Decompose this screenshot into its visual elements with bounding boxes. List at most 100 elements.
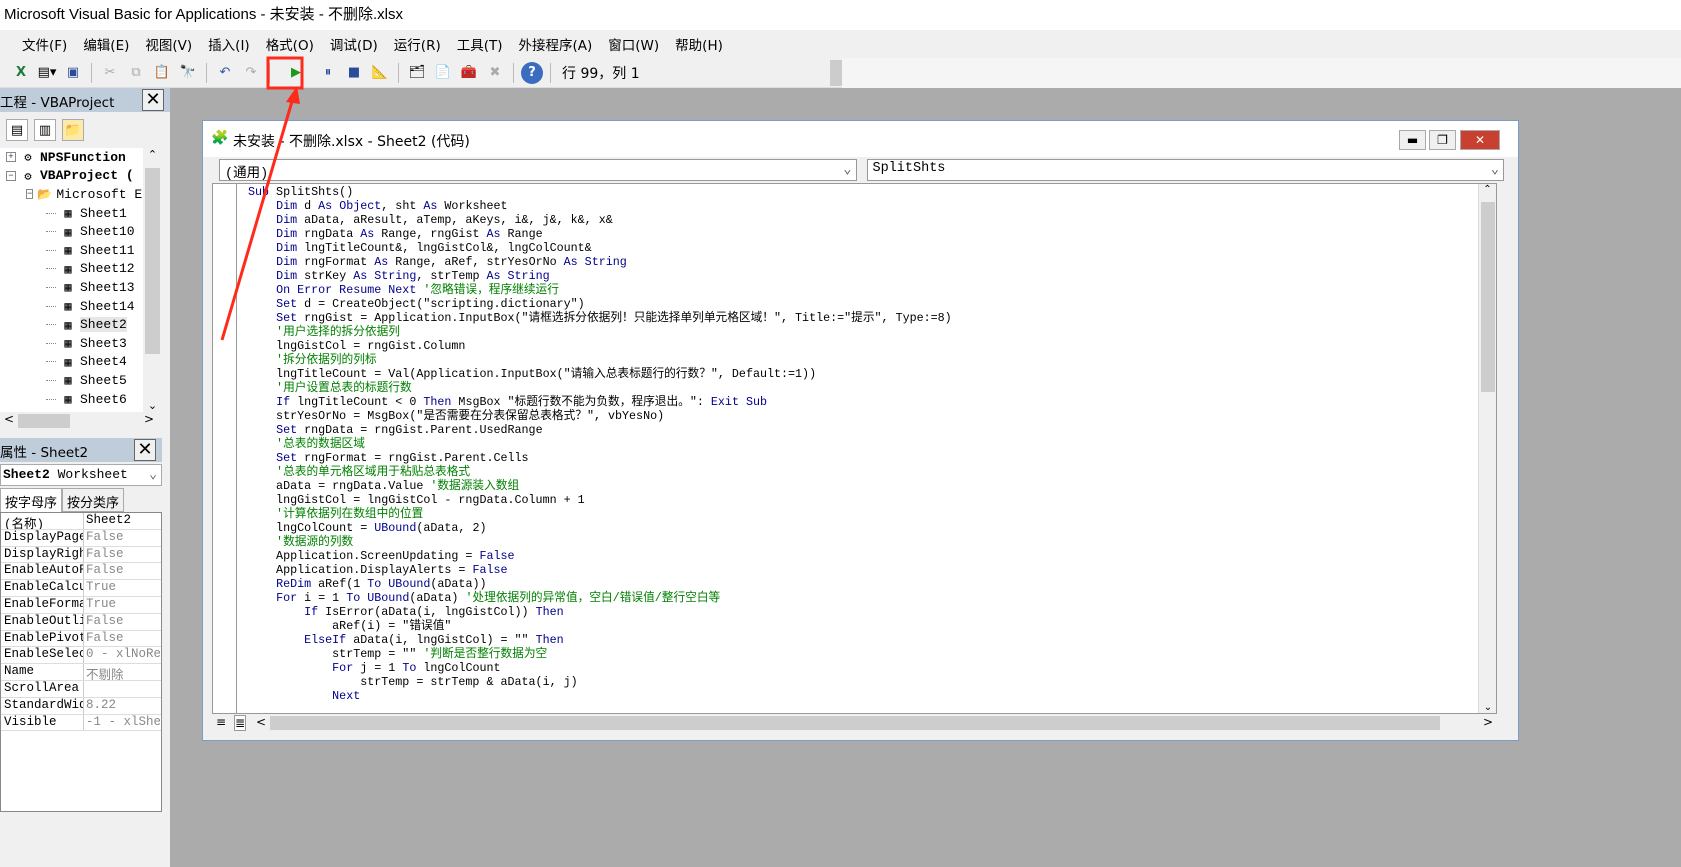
- property-value[interactable]: False: [84, 631, 160, 647]
- menu-item[interactable]: 调试(D): [322, 34, 386, 54]
- menu-item[interactable]: 格式(O): [258, 34, 322, 54]
- scroll-left-icon[interactable]: <: [256, 715, 266, 729]
- code-lines[interactable]: Sub SplitShts() Dim d As Object, sht As …: [248, 185, 952, 703]
- tree-node[interactable]: − ⚙ VBAProject (: [0, 167, 162, 186]
- tree-node[interactable]: ▦ Sheet5: [0, 371, 162, 390]
- property-value[interactable]: False: [84, 563, 160, 579]
- toolbox-icon[interactable]: ✖: [484, 62, 506, 84]
- tab-categorized[interactable]: 按分类序: [62, 488, 125, 512]
- close-button[interactable]: ✕: [1460, 130, 1500, 150]
- code-text: , strTemp: [416, 269, 487, 283]
- property-value[interactable]: 0 - xlNoRestrictions: [84, 647, 160, 663]
- property-value[interactable]: False: [84, 614, 160, 630]
- tree-node[interactable]: − 📂 Microsoft Excel: [0, 185, 162, 204]
- property-value[interactable]: -1 - xlSheetVisible: [84, 715, 160, 731]
- tree-node[interactable]: ▦ Sheet10: [0, 222, 162, 241]
- property-row[interactable]: EnableOutliningFalse: [1, 613, 161, 631]
- property-row[interactable]: DisplayPageBreaksFalse: [1, 529, 161, 547]
- undo-icon[interactable]: ↶: [214, 62, 236, 84]
- restore-button[interactable]: ❐: [1429, 130, 1456, 150]
- view-code-icon[interactable]: ▤: [6, 119, 28, 141]
- redo-icon[interactable]: ↷: [240, 62, 262, 84]
- code-margin[interactable]: [213, 184, 237, 713]
- run-icon[interactable]: ▶: [285, 62, 307, 84]
- object-combo[interactable]: (通用) ⌄: [219, 159, 857, 182]
- separator: [513, 62, 514, 83]
- property-row[interactable]: EnableAutoFilterFalse: [1, 563, 161, 581]
- cut-icon[interactable]: ✂: [99, 62, 121, 84]
- full-module-view-icon[interactable]: ≣: [234, 715, 247, 731]
- tree-node[interactable]: ▦ Sheet2: [0, 315, 162, 334]
- property-value[interactable]: Sheet2: [84, 513, 160, 529]
- object-browser-icon[interactable]: 🧰: [458, 62, 480, 84]
- code-editor[interactable]: Sub SplitShts() Dim d As Object, sht As …: [212, 183, 1497, 714]
- save-icon[interactable]: ▣: [62, 62, 84, 84]
- property-row[interactable]: DisplayRightToLeftFalse: [1, 546, 161, 564]
- property-value[interactable]: [84, 681, 160, 697]
- menu-item[interactable]: 文件(F): [14, 34, 75, 54]
- property-value[interactable]: False: [84, 530, 160, 546]
- excel-icon[interactable]: X: [10, 62, 32, 84]
- tree-node[interactable]: ▦ Sheet12: [0, 260, 162, 279]
- view-object-icon[interactable]: ▥: [34, 119, 56, 141]
- object-selector[interactable]: Sheet2 Worksheet ⌄: [0, 464, 162, 486]
- insert-userform-icon[interactable]: ▤▾: [36, 62, 58, 84]
- property-row[interactable]: ScrollArea: [1, 680, 161, 698]
- property-row[interactable]: EnablePivotTableFalse: [1, 630, 161, 648]
- scroll-right-icon[interactable]: >: [1483, 715, 1493, 729]
- project-explorer-icon[interactable]: 🗂: [406, 62, 428, 84]
- property-row[interactable]: Name 不剔除: [1, 664, 161, 681]
- expand-toggle-icon[interactable]: −: [26, 189, 34, 200]
- menu-item[interactable]: 插入(I): [200, 34, 258, 54]
- tree-vertical-scrollbar[interactable]: ⌃ ⌄: [143, 148, 162, 412]
- reset-icon[interactable]: ■: [343, 62, 365, 84]
- procedure-view-icon[interactable]: ≡: [216, 715, 226, 729]
- paste-icon[interactable]: 📋: [151, 62, 173, 84]
- property-value[interactable]: 8.22: [84, 698, 160, 714]
- property-value[interactable]: True: [84, 580, 160, 596]
- menu-item[interactable]: 视图(V): [137, 34, 200, 54]
- tree-line: [46, 361, 56, 363]
- tree-node[interactable]: ▦ Sheet14: [0, 297, 162, 316]
- property-row[interactable]: EnableSelection0 - xlNoRestrictions: [1, 647, 161, 665]
- procedure-combo[interactable]: SplitShts ⌄: [866, 159, 1504, 181]
- find-icon[interactable]: 🔭: [177, 62, 199, 84]
- property-row[interactable]: EnableCalculationTrue: [1, 580, 161, 597]
- tree-node[interactable]: ▦ Sheet6: [0, 390, 162, 409]
- menu-item[interactable]: 外接程序(A): [511, 34, 601, 54]
- tree-node[interactable]: ▦ Sheet11: [0, 241, 162, 260]
- property-value[interactable]: False: [84, 547, 160, 563]
- tab-alphabetic[interactable]: 按字母序: [0, 488, 63, 512]
- property-row[interactable]: (名称) Sheet2: [1, 513, 161, 530]
- menu-item[interactable]: 工具(T): [449, 34, 511, 54]
- close-properties-panel-button[interactable]: ✕: [134, 439, 156, 461]
- tree-node[interactable]: ▦ Sheet13: [0, 278, 162, 297]
- tree-node[interactable]: ▦ Sheet1: [0, 204, 162, 223]
- tree-horizontal-scrollbar[interactable]: < >: [0, 412, 162, 430]
- property-value[interactable]: True: [84, 597, 160, 613]
- expand-toggle-icon[interactable]: −: [6, 170, 16, 181]
- menu-item[interactable]: 帮助(H): [667, 34, 731, 54]
- minimize-button[interactable]: ▬: [1399, 130, 1426, 150]
- menu-item[interactable]: 编辑(E): [75, 34, 137, 54]
- toggle-folders-icon[interactable]: 📁: [62, 119, 84, 141]
- expand-toggle-icon[interactable]: +: [6, 152, 16, 163]
- property-row[interactable]: StandardWidth8.22: [1, 697, 161, 715]
- toolbar-options-button[interactable]: [830, 59, 842, 86]
- code-vertical-scrollbar[interactable]: ⌃ ⌄: [1478, 184, 1496, 713]
- property-value[interactable]: 不剔除: [84, 664, 160, 680]
- tree-node[interactable]: ▦ Sheet4: [0, 353, 162, 372]
- break-icon[interactable]: ⏸: [317, 62, 339, 84]
- copy-icon[interactable]: ⧉: [125, 62, 147, 84]
- help-icon[interactable]: ?: [521, 61, 543, 84]
- tree-node[interactable]: ▦ Sheet3: [0, 334, 162, 353]
- menu-item[interactable]: 窗口(W): [600, 34, 667, 54]
- property-row[interactable]: EnableFormatConditionsCalculationTrue: [1, 596, 161, 614]
- properties-window-icon[interactable]: 📄: [432, 62, 454, 84]
- property-row[interactable]: Visible-1 - xlSheetVisible: [1, 714, 161, 732]
- tree-node[interactable]: + ⚙ NPSFunction: [0, 148, 162, 167]
- close-project-panel-button[interactable]: ✕: [142, 89, 164, 111]
- code-horizontal-scrollbar[interactable]: ≡ ≣ < >: [212, 714, 1497, 732]
- menu-item[interactable]: 运行(R): [386, 34, 449, 54]
- design-mode-icon[interactable]: 📐: [369, 62, 391, 84]
